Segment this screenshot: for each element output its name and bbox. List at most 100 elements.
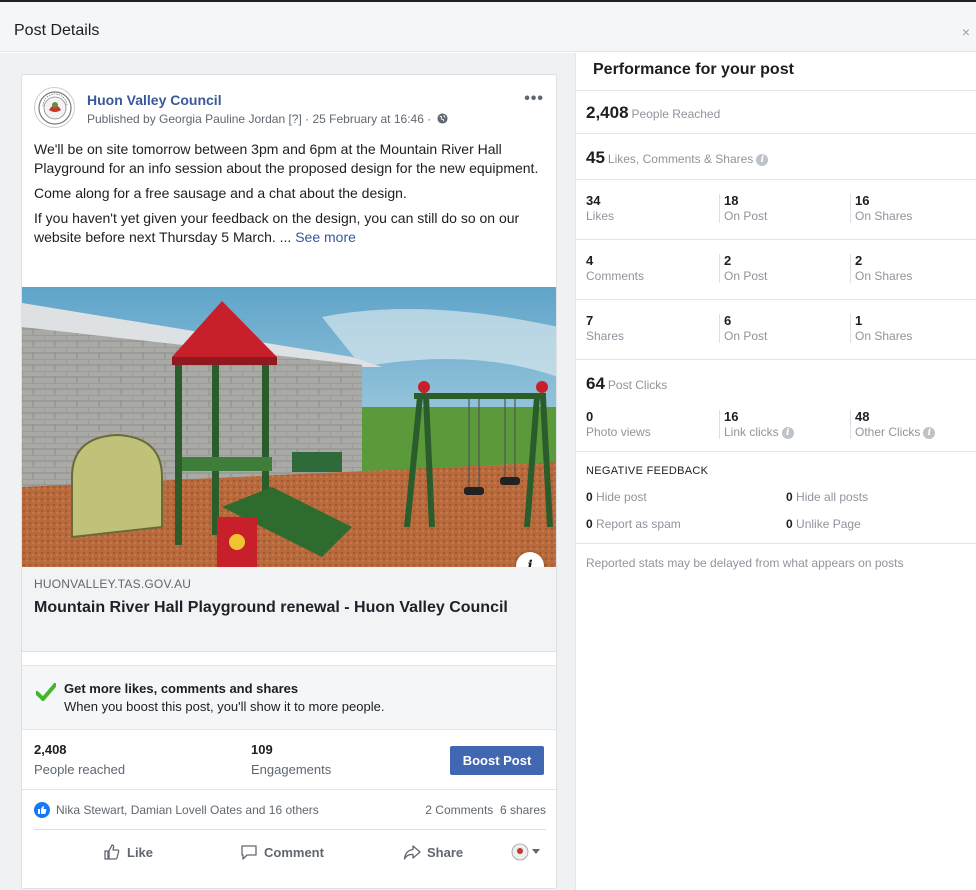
link-preview-box[interactable]: HUONVALLEY.TAS.GOV.AU Mountain River Hal… [22,567,556,652]
reactor-names-link[interactable]: Nika Stewart, Damian Lovell Oates and 16… [56,803,319,817]
share-arrow-icon [403,845,421,860]
dialog-header: Post Details × [0,2,976,52]
boost-promo-banner: Get more likes, comments and shares When… [22,665,556,730]
shares-on-shares-value: 1 [855,313,863,328]
see-more-link[interactable]: See more [295,229,356,245]
other-clicks-label: Other Clicks [855,425,921,439]
unlike-value: 0 [786,517,793,531]
page-name-link[interactable]: Huon Valley Council [87,92,222,108]
comments-on-shares-label: On Shares [855,269,913,283]
engagement-section: 45 Likes, Comments & Shares i [576,134,976,180]
post-card: Huon Valley Council Published by Georgia… [21,74,557,889]
page-avatar[interactable] [34,87,75,128]
link-preview-image[interactable] [22,287,556,567]
comments-on-post-value: 2 [724,253,732,268]
likes-on-post-label: On Post [724,209,768,223]
published-by-line: Published by Georgia Pauline Jordan [?] … [87,112,448,126]
audience-selector[interactable] [511,843,540,861]
close-icon[interactable]: × [956,24,976,40]
link-clicks-value: 16 [724,409,739,424]
link-clicks: 16 Link clicks i [719,410,794,439]
hide-post-label: Hide post [596,490,647,504]
likes-on-shares-label: On Shares [855,209,913,223]
likes-on-shares-value: 16 [855,193,870,208]
shares-label: Shares [586,329,625,343]
link-clicks-label: Link clicks [724,425,779,439]
published-by-text: Published by Georgia Pauline Jordan [?] … [87,112,432,126]
comments-total: 4 Comments [582,253,645,284]
shares-value: 7 [586,313,594,328]
page-avatar-small-icon [511,843,529,861]
likes-on-post-value: 18 [724,193,739,208]
hide-post-value: 0 [586,490,593,504]
shares-count-link[interactable]: 6 shares [500,803,546,817]
comment-button[interactable]: Comment [240,843,324,861]
likes-on-post: 18 On Post [719,194,767,223]
post-header: Huon Valley Council Published by Georgia… [34,86,544,136]
engagements-label: Engagements [251,762,332,777]
comments-value: 4 [586,253,594,268]
like-button[interactable]: Like [103,843,153,861]
likes-on-shares: 16 On Shares [850,194,912,223]
engagement-counts: 2 Comments 6 shares [425,803,546,817]
shares-on-shares: 1 On Shares [850,314,912,343]
shares-metric-row: 7 Shares 6 On Post 1 On Shares [576,300,976,360]
likes-label: Likes [586,209,615,223]
people-reached-section: 2,408 People Reached [576,90,976,134]
comments-on-shares: 2 On Shares [850,254,912,283]
comments-count-link[interactable]: 2 Comments [425,803,493,817]
stats-delay-note: Reported stats may be delayed from what … [586,556,904,570]
unlike-stat: 0 Unlike Page [786,517,861,531]
shares-on-post: 6 On Post [719,314,767,343]
post-preview-pane: Huon Valley Council Published by Georgia… [0,53,575,890]
comments-label: Comments [586,269,645,283]
other-clicks: 48 Other Clicks i [850,410,936,439]
engagements-value: 109 [251,742,273,757]
engagement-value: 45 [586,148,605,167]
like-label: Like [127,844,154,860]
negative-feedback-title: NEGATIVE FEEDBACK [586,465,709,477]
post-message: We'll be on site tomorrow between 3pm an… [34,140,549,253]
thumbs-up-icon [104,844,120,860]
shares-on-shares-label: On Shares [855,329,913,343]
photo-views: 0 Photo views [582,409,651,440]
people-reached-value: 2,408 [586,103,629,122]
photo-views-value: 0 [586,409,594,424]
link-title[interactable]: Mountain River Hall Playground renewal -… [34,597,534,618]
post-clicks-label: Post Clicks [607,378,668,392]
shares-total: 7 Shares [582,313,625,344]
share-button[interactable]: Share [403,843,463,861]
people-reached-label: People Reached [631,107,721,121]
engagements-stat: 109 Engagements [251,742,331,777]
hide-all-value: 0 [786,490,793,504]
post-summary-stats: 2,408 People reached 109 Engagements Boo… [22,730,556,790]
comments-on-post: 2 On Post [719,254,767,283]
hide-post-stat: 0 Hide post [586,490,647,504]
info-icon[interactable]: i [923,426,936,439]
post-clicks-value: 64 [586,374,605,393]
post-paragraph-3: If you haven't yet given your feedback o… [34,209,549,247]
share-label: Share [427,844,464,860]
promo-title: Get more likes, comments and shares [64,681,299,696]
performance-title: Performance for your post [593,61,794,78]
dialog-title: Post Details [14,22,100,39]
boost-post-button[interactable]: Boost Post [450,746,544,775]
unlike-label: Unlike Page [796,517,861,531]
reactions-row: Nika Stewart, Damian Lovell Oates and 16… [34,790,546,830]
globe-icon [437,113,448,124]
post-actions: Like Comment Share [34,831,546,875]
info-icon[interactable]: i [781,426,794,439]
comments-on-post-label: On Post [724,269,768,283]
comments-metric-row: 4 Comments 2 On Post 2 On Shares [576,240,976,300]
post-paragraph-3-text: If you haven't yet given your feedback o… [34,210,520,245]
engagement-label: Likes, Comments & Shares [607,152,754,166]
post-paragraph-2: Come along for a free sausage and a chat… [34,185,407,201]
comments-on-shares-value: 2 [855,253,863,268]
more-options-icon[interactable]: ••• [524,90,544,108]
spam-label: Report as spam [596,517,681,531]
info-icon[interactable]: i [756,153,769,166]
hide-all-label: Hide all posts [796,490,869,504]
likes-metric-row: 34 Likes 18 On Post 16 On Shares [576,180,976,240]
photo-views-label: Photo views [586,425,651,439]
reached-label: People reached [34,762,126,777]
